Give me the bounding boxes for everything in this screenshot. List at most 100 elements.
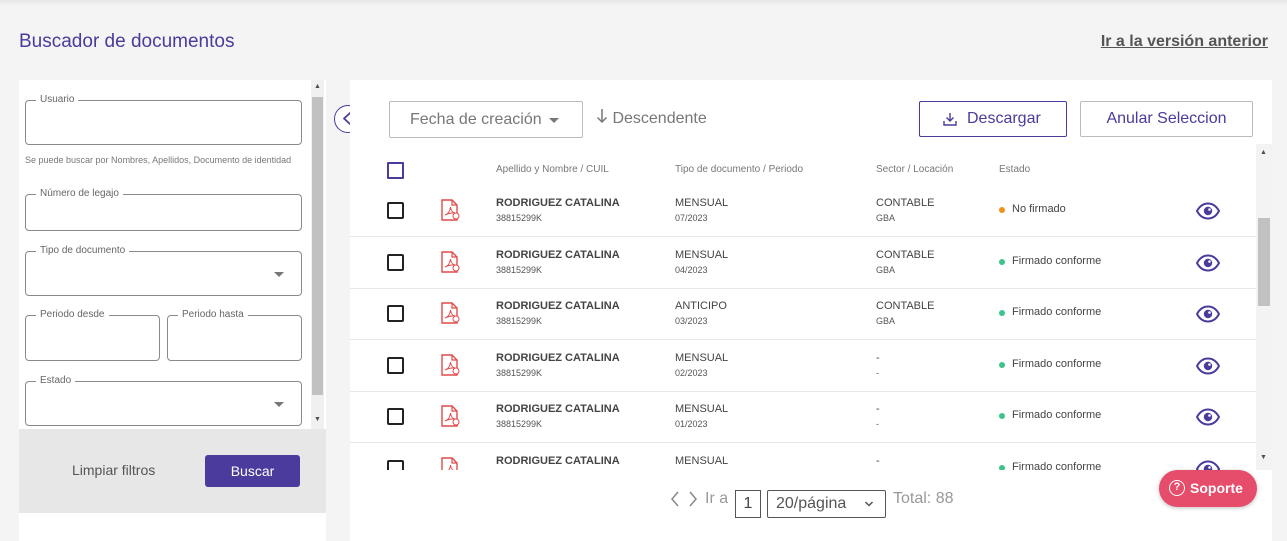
table-row[interactable]: RODRIGUEZ CATALINA 38815299K MENSUAL 04/202…: [350, 238, 1256, 289]
row-checkbox[interactable]: [387, 202, 404, 219]
status-dot: [999, 258, 1005, 265]
sort-direction-toggle[interactable]: Descendente: [596, 108, 707, 128]
scroll-up-arrow-icon[interactable]: ▲: [1260, 149, 1267, 156]
periodo-hasta-label: Periodo hasta: [178, 309, 248, 321]
table-row[interactable]: RODRIGUEZ CATALINA 38815299K MENSUAL 01/202…: [350, 392, 1256, 443]
total-count: Total: 88: [893, 490, 954, 507]
document-type: MENSUAL: [675, 197, 729, 209]
column-header-name: Apellido y Nombre / CUIL: [496, 164, 609, 175]
arrow-down-icon: [596, 109, 608, 124]
column-header-state: Estado: [999, 164, 1031, 175]
pdf-file-icon: [441, 199, 460, 221]
employee-name: RODRIGUEZ CATALINA: [496, 454, 620, 467]
status-label: Firmado conforme: [1012, 254, 1102, 267]
previous-page-button[interactable]: [669, 490, 681, 513]
scroll-up-arrow-icon[interactable]: ▲: [314, 83, 321, 90]
employee-name: RODRIGUEZ CATALINA: [496, 248, 620, 261]
support-button[interactable]: ? Soporte: [1159, 470, 1257, 507]
table-row[interactable]: RODRIGUEZ CATALINA MENSUAL - Firmado confor…: [350, 444, 1256, 471]
status-dot: [999, 413, 1005, 419]
table-scrollbar[interactable]: ▲ ▼: [1256, 144, 1272, 470]
cancel-selection-button[interactable]: Anular Seleccion: [1080, 101, 1253, 137]
search-button[interactable]: Buscar: [205, 455, 300, 487]
employee-cuil: 38815299K: [496, 419, 543, 429]
legajo-field[interactable]: Número de legajo: [25, 188, 302, 231]
row-checkbox[interactable]: [387, 459, 404, 470]
next-page-button[interactable]: [687, 490, 699, 513]
scroll-down-arrow-icon[interactable]: ▼: [1260, 454, 1267, 461]
sort-field-select[interactable]: Fecha de creación: [389, 101, 583, 138]
view-eye-icon[interactable]: [1196, 408, 1220, 426]
table-row[interactable]: RODRIGUEZ CATALINA 38815299K MENSUAL 02/202…: [350, 341, 1256, 392]
sort-field-value: Fecha de creación: [410, 111, 542, 128]
status-dot: [999, 207, 1005, 213]
caret-down-icon: [549, 118, 559, 123]
status-label: Firmado conforme: [1012, 409, 1102, 421]
row-checkbox[interactable]: [387, 305, 404, 322]
estado-label: Estado: [36, 375, 76, 387]
download-icon: [943, 113, 957, 126]
status-label: Firmado conforme: [1012, 306, 1102, 318]
scrollbar-thumb[interactable]: [312, 97, 323, 395]
row-checkbox[interactable]: [387, 356, 404, 374]
periodo-desde-field[interactable]: Periodo desde: [25, 309, 160, 361]
column-header-type: Tipo de documento / Periodo: [675, 164, 804, 175]
scroll-down-arrow-icon[interactable]: ▼: [314, 416, 321, 423]
table-row[interactable]: RODRIGUEZ CATALINA 38815299K MENSUAL 07/202…: [350, 186, 1256, 237]
caret-down-icon: [274, 401, 284, 407]
usuario-field[interactable]: Usuario: [25, 94, 302, 145]
document-period: 03/2023: [675, 316, 708, 326]
document-type: MENSUAL: [675, 403, 729, 415]
view-eye-icon[interactable]: [1196, 459, 1220, 471]
support-label: Soporte: [1190, 480, 1243, 496]
employee-name: RODRIGUEZ CATALINA: [496, 197, 620, 209]
documents-table: Apellido y Nombre / CUIL Tipo de documen…: [350, 144, 1256, 470]
employee-name: RODRIGUEZ CATALINA: [496, 351, 620, 364]
document-type: MENSUAL: [675, 351, 729, 364]
row-checkbox[interactable]: [387, 408, 404, 425]
document-type: MENSUAL: [675, 454, 729, 467]
sector: CONTABLE: [876, 300, 935, 312]
periodo-hasta-field[interactable]: Periodo hasta: [167, 309, 302, 361]
view-eye-icon[interactable]: [1196, 356, 1220, 375]
view-eye-icon[interactable]: [1196, 202, 1220, 220]
filters-panel: Usuario Se puede buscar por Nombres, Ape…: [19, 80, 326, 541]
filter-actions: Limpiar filtros Buscar: [19, 429, 326, 513]
clear-filters-button[interactable]: Limpiar filtros: [72, 462, 155, 478]
pdf-file-icon: [441, 405, 460, 427]
sector: -: [876, 403, 880, 415]
view-eye-icon[interactable]: [1196, 305, 1220, 323]
location: -: [876, 367, 879, 378]
status-label: Firmado conforme: [1012, 357, 1102, 370]
page-number-input[interactable]: 1: [735, 490, 761, 518]
status-dot: [999, 310, 1005, 316]
usuario-label: Usuario: [36, 94, 79, 106]
legajo-label: Número de legajo: [36, 188, 123, 200]
filters-scroll-area[interactable]: Usuario Se puede buscar por Nombres, Ape…: [19, 80, 311, 429]
status-dot: [999, 361, 1005, 368]
page-size-select[interactable]: 20/página: [767, 490, 886, 518]
goto-page-label: Ir a: [705, 490, 729, 507]
estado-select[interactable]: Estado: [25, 375, 302, 426]
previous-version-link[interactable]: Ir a la versión anterior: [1101, 33, 1268, 51]
tipo-documento-select[interactable]: Tipo de documento: [25, 245, 302, 296]
status-label: No firmado: [1012, 203, 1066, 215]
employee-name: RODRIGUEZ CATALINA: [496, 403, 620, 415]
employee-cuil: 38815299K: [496, 316, 543, 326]
filters-scrollbar[interactable]: ▲ ▼: [311, 80, 324, 429]
location: GBA: [876, 213, 896, 223]
employee-cuil: 38815299K: [496, 264, 543, 275]
document-period: 04/2023: [675, 264, 708, 275]
sector: -: [876, 454, 880, 467]
select-all-checkbox[interactable]: [387, 162, 404, 179]
view-eye-icon[interactable]: [1196, 253, 1220, 272]
scrollbar-thumb[interactable]: [1258, 218, 1270, 306]
document-period: 01/2023: [675, 419, 708, 429]
employee-cuil: 38815299K: [496, 367, 543, 378]
location: GBA: [876, 316, 896, 326]
row-checkbox[interactable]: [387, 253, 404, 271]
sector: -: [876, 351, 880, 364]
table-row[interactable]: RODRIGUEZ CATALINA 38815299K ANTICIPO 03/20…: [350, 289, 1256, 340]
tipo-documento-label: Tipo de documento: [36, 245, 130, 257]
download-button[interactable]: Descargar: [919, 101, 1067, 137]
